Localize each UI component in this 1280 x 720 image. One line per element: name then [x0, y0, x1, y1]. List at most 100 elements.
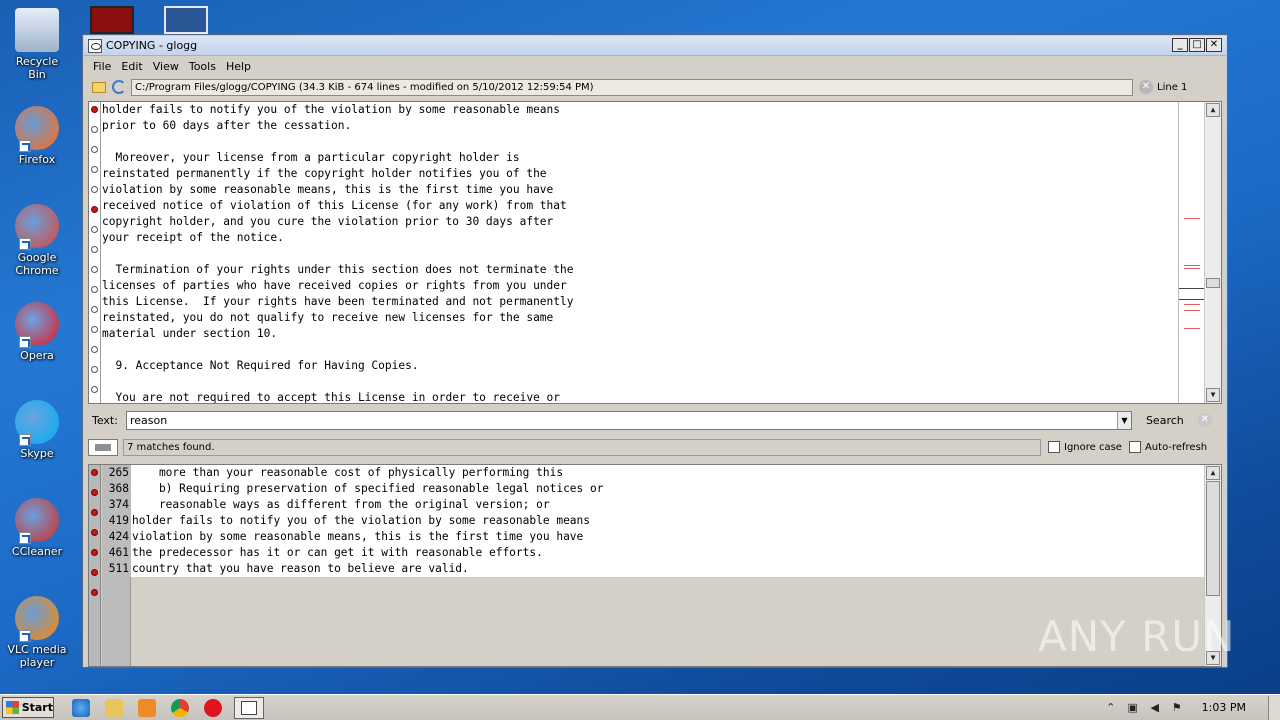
match-row[interactable]: 374 reasonable ways as different from th…	[102, 497, 1204, 513]
log-line[interactable]	[102, 246, 1179, 262]
match-row[interactable]: 368 b) Requiring preservation of specifi…	[102, 481, 1204, 497]
line-marker-icon[interactable]	[91, 286, 98, 293]
scroll-down-arrow[interactable]: ▼	[1206, 388, 1220, 402]
match-marker-icon[interactable]	[91, 469, 98, 476]
search-value[interactable]: reason	[127, 414, 1117, 427]
match-marker-icon[interactable]	[91, 549, 98, 556]
match-row[interactable]: 424 violation by some reasonable means, t…	[102, 529, 1204, 545]
match-marker-icon[interactable]	[91, 529, 98, 536]
clock[interactable]: 1:03 PM	[1202, 701, 1246, 714]
match-marker-icon[interactable]	[91, 489, 98, 496]
close-button[interactable]: ✕	[1206, 38, 1222, 52]
minimize-button[interactable]: _	[1172, 38, 1188, 52]
opera-icon[interactable]	[204, 698, 222, 717]
reload-icon[interactable]	[112, 80, 126, 94]
match-row[interactable]: 511 country that you have reason to belie…	[102, 561, 1204, 577]
show-desktop-button[interactable]	[1268, 695, 1280, 720]
match-row[interactable]: 461 the predecessor has it or can get it …	[102, 545, 1204, 561]
log-line[interactable]: copyright holder, and you cure the viola…	[102, 214, 1179, 230]
line-marker-icon[interactable]	[91, 166, 98, 173]
menu-file[interactable]: File	[88, 60, 116, 73]
log-line[interactable]: your receipt of the notice.	[102, 230, 1179, 246]
log-line[interactable]: holder fails to notify you of the violat…	[102, 102, 1179, 118]
ignore-case-label[interactable]: Ignore case	[1064, 442, 1122, 453]
ignore-case-checkbox[interactable]	[1048, 441, 1060, 453]
scroll-up-arrow[interactable]: ▲	[1206, 103, 1220, 117]
highlight-color-button[interactable]	[88, 438, 118, 456]
main-log-view[interactable]: holder fails to notify you of the violat…	[88, 101, 1222, 404]
log-line[interactable]: Moreover, your license from a particular…	[102, 150, 1179, 166]
line-marker-icon[interactable]	[91, 326, 98, 333]
log-line[interactable]: this License. If your rights have been t…	[102, 294, 1179, 310]
scroll-up-arrow[interactable]: ▲	[1206, 466, 1220, 480]
menu-edit[interactable]: Edit	[116, 60, 147, 73]
stop-icon[interactable]: ✕	[1139, 80, 1153, 94]
match-marker-icon[interactable]	[91, 106, 98, 113]
match-row[interactable]: 265 more than your reasonable cost of ph…	[102, 465, 1204, 481]
scroll-thumb[interactable]	[1206, 278, 1220, 288]
main-scrollbar[interactable]: ▲ ▼	[1204, 102, 1221, 403]
network-icon[interactable]: ▣	[1126, 701, 1140, 715]
media-player-icon[interactable]	[138, 698, 156, 717]
clear-search-icon[interactable]: ✕	[1197, 413, 1212, 427]
menu-help[interactable]: Help	[221, 60, 256, 73]
match-marker-icon[interactable]	[91, 509, 98, 516]
line-marker-icon[interactable]	[91, 246, 98, 253]
menu-tools[interactable]: Tools	[184, 60, 221, 73]
menu-view[interactable]: View	[148, 60, 184, 73]
log-line[interactable]	[102, 374, 1179, 390]
log-line[interactable]: violation by some reasonable means, this…	[102, 182, 1179, 198]
match-row[interactable]: 419 holder fails to notify you of the vio…	[102, 513, 1204, 529]
pdf-icon[interactable]	[90, 6, 134, 34]
line-marker-icon[interactable]	[91, 126, 98, 133]
log-line[interactable]: reinstated, you do not qualify to receiv…	[102, 310, 1179, 326]
log-line[interactable]	[102, 134, 1179, 150]
match-marker-icon[interactable]	[91, 589, 98, 596]
log-line[interactable]: You are not required to accept this Lice…	[102, 390, 1179, 403]
line-marker-icon[interactable]	[91, 386, 98, 393]
line-marker-icon[interactable]	[91, 366, 98, 373]
line-marker-icon[interactable]	[91, 346, 98, 353]
overview-viewport[interactable]	[1179, 288, 1205, 300]
chevron-up-icon[interactable]: ⌃	[1104, 701, 1118, 715]
log-line[interactable]: prior to 60 days after the cessation.	[102, 118, 1179, 134]
log-line[interactable]: 9. Acceptance Not Required for Having Co…	[102, 358, 1179, 374]
flag-icon[interactable]: ⚑	[1170, 701, 1184, 715]
log-line[interactable]: licenses of parties who have received co…	[102, 278, 1179, 294]
desktop-shortcut[interactable]: Recycle Bin	[6, 8, 68, 81]
search-input[interactable]: reason ▼	[125, 410, 1132, 430]
volume-icon[interactable]: ◀	[1148, 701, 1162, 715]
log-line[interactable]: received notice of violation of this Lic…	[102, 198, 1179, 214]
line-marker-icon[interactable]	[91, 186, 98, 193]
match-marker-icon[interactable]	[91, 206, 98, 213]
chevron-down-icon[interactable]: ▼	[1116, 411, 1131, 429]
line-marker-icon[interactable]	[91, 226, 98, 233]
log-line[interactable]: reinstated permanently if the copyright …	[102, 166, 1179, 182]
file-explorer-icon[interactable]	[105, 698, 123, 717]
desktop-shortcut[interactable]: Skype	[6, 400, 68, 460]
match-marker-icon[interactable]	[91, 569, 98, 576]
maximize-button[interactable]: □	[1189, 38, 1205, 52]
line-marker-icon[interactable]	[91, 146, 98, 153]
desktop-shortcut[interactable]: Opera	[6, 302, 68, 362]
desktop-shortcut[interactable]: Google Chrome	[6, 204, 68, 277]
desktop-shortcut[interactable]: CCleaner	[6, 498, 68, 558]
auto-refresh-label[interactable]: Auto-refresh	[1145, 442, 1207, 453]
log-line[interactable]: material under section 10.	[102, 326, 1179, 342]
line-marker-icon[interactable]	[91, 266, 98, 273]
chrome-icon[interactable]	[171, 698, 189, 717]
title-bar[interactable]: COPYING - glogg _ □ ✕	[84, 36, 1226, 56]
log-line[interactable]: Termination of your rights under this se…	[102, 262, 1179, 278]
line-marker-icon[interactable]	[91, 306, 98, 313]
desktop-shortcut[interactable]: Firefox	[6, 106, 68, 166]
desktop-shortcut[interactable]: VLC media player	[6, 596, 68, 669]
start-button[interactable]: Start	[2, 697, 54, 718]
auto-refresh-checkbox[interactable]	[1128, 441, 1141, 453]
internet-explorer-icon[interactable]	[72, 698, 90, 717]
taskbar-glogg[interactable]	[234, 696, 264, 719]
log-line[interactable]	[102, 342, 1179, 358]
search-button[interactable]: Search	[1146, 414, 1184, 427]
overview-bar[interactable]	[1178, 102, 1205, 403]
open-folder-icon[interactable]	[92, 81, 106, 93]
scroll-thumb[interactable]	[1206, 481, 1220, 596]
